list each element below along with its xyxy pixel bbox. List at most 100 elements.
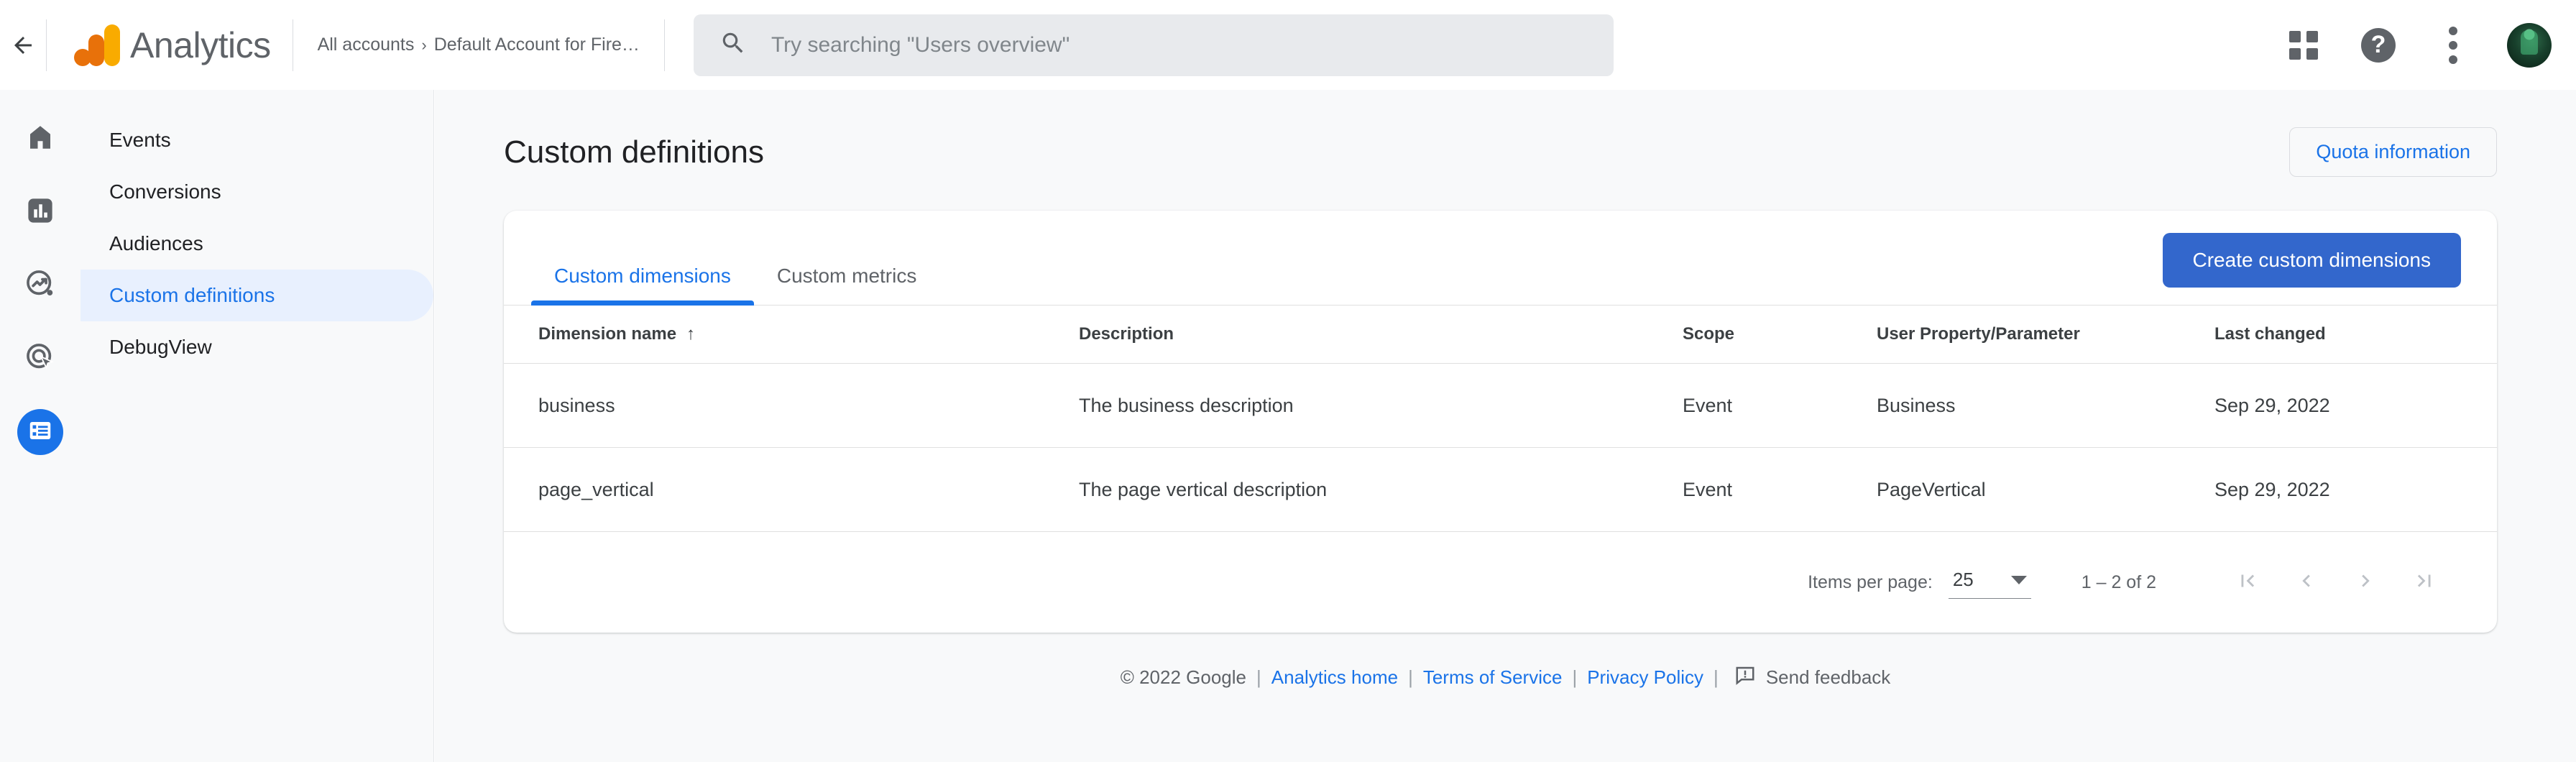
configure-list-icon [27, 418, 53, 447]
footer-copyright: © 2022 Google [1120, 666, 1246, 688]
bar-chart-icon [25, 196, 55, 229]
analytics-logo-icon [74, 24, 120, 66]
column-header-description[interactable]: Description [1079, 306, 1683, 364]
cell-last-changed: Sep 29, 2022 [2214, 363, 2497, 448]
card-toolbar: Custom dimensions Custom metrics Create … [504, 211, 2497, 306]
cell-user-property: Business [1877, 363, 2214, 448]
items-per-page-value: 25 [1952, 569, 1974, 590]
divider [663, 19, 665, 71]
advertising-target-icon [24, 341, 56, 377]
icon-rail [0, 90, 80, 762]
nav-item-label: Audiences [109, 232, 203, 254]
cell-dimension-name: business [504, 363, 1079, 448]
help-icon: ? [2361, 27, 2396, 63]
breadcrumb-all-accounts[interactable]: All accounts [318, 35, 415, 55]
previous-page-button[interactable] [2277, 553, 2336, 612]
footer: © 2022 Google | Analytics home | Terms o… [435, 633, 2576, 691]
footer-privacy-link[interactable]: Privacy Policy [1587, 666, 1703, 689]
secondary-nav: Events Conversions Audiences Custom defi… [80, 90, 434, 762]
quota-information-button[interactable]: Quota information [2289, 127, 2497, 177]
custom-dimensions-table: Dimension name ↑ Description Scope User P… [504, 306, 2497, 532]
footer-separator: | [1572, 666, 1578, 688]
chevron-right-icon: › [421, 35, 427, 54]
nav-item-label: Custom definitions [109, 284, 275, 306]
send-feedback-button[interactable]: Send feedback [1734, 664, 1890, 691]
nav-item-label: Conversions [109, 180, 221, 203]
sort-ascending-icon: ↑ [686, 324, 696, 344]
top-bar: Analytics All accounts › Default Account… [0, 0, 2576, 90]
table-row[interactable]: page_vertical The page vertical descript… [504, 447, 2497, 532]
back-button[interactable] [0, 0, 46, 90]
breadcrumb[interactable]: All accounts › Default Account for Fire… [293, 35, 664, 55]
search-icon [719, 29, 747, 60]
first-page-icon [2235, 569, 2260, 597]
rail-item-configure[interactable] [17, 409, 63, 455]
items-per-page-select[interactable]: 25 [1948, 566, 2031, 599]
last-page-icon [2412, 569, 2437, 597]
avatar-image-body [2521, 29, 2538, 55]
nav-item-label: Events [109, 129, 171, 151]
avatar[interactable] [2507, 22, 2552, 68]
next-page-button[interactable] [2336, 553, 2395, 612]
main-content: Custom definitions Quota information Cus… [435, 90, 2576, 762]
create-custom-dimensions-button[interactable]: Create custom dimensions [2162, 233, 2461, 288]
nav-item-audiences[interactable]: Audiences [80, 218, 433, 270]
pagination-range: 1 – 2 of 2 [2081, 572, 2156, 592]
nav-item-conversions[interactable]: Conversions [80, 166, 433, 218]
rail-item-advertising[interactable] [17, 336, 63, 382]
table-header: Dimension name ↑ Description Scope User P… [504, 306, 2497, 364]
more-options-button[interactable] [2432, 24, 2474, 66]
explore-trending-icon [24, 268, 56, 303]
help-button[interactable]: ? [2358, 24, 2399, 66]
column-header-scope[interactable]: Scope [1683, 306, 1877, 364]
apps-grid-icon [2289, 30, 2318, 60]
rail-item-reports[interactable] [17, 189, 63, 235]
footer-separator: | [1714, 666, 1719, 688]
footer-terms-link[interactable]: Terms of Service [1423, 666, 1563, 689]
chevron-right-icon [2353, 569, 2378, 597]
cell-dimension-name: page_vertical [504, 447, 1079, 532]
back-arrow-icon [10, 32, 36, 58]
rail-item-explore[interactable] [17, 262, 63, 308]
tab-custom-metrics[interactable]: Custom metrics [754, 266, 939, 305]
custom-definitions-card: Custom dimensions Custom metrics Create … [504, 211, 2497, 633]
brand[interactable]: Analytics [47, 24, 293, 66]
nav-item-custom-definitions[interactable]: Custom definitions [80, 270, 433, 321]
send-feedback-label: Send feedback [1765, 666, 1891, 688]
tab-custom-dimensions[interactable]: Custom dimensions [531, 266, 754, 306]
column-header-last-changed[interactable]: Last changed [2214, 306, 2497, 364]
column-header-label: Dimension name [538, 324, 677, 344]
search-input[interactable] [770, 32, 1588, 58]
footer-analytics-home-link[interactable]: Analytics home [1271, 666, 1398, 689]
page-title: Custom definitions [504, 134, 764, 170]
top-bar-actions: ? [2283, 0, 2552, 90]
nav-item-events[interactable]: Events [80, 114, 433, 166]
table-row[interactable]: business The business description Event … [504, 363, 2497, 448]
cell-description: The page vertical description [1079, 447, 1683, 532]
cell-last-changed: Sep 29, 2022 [2214, 447, 2497, 532]
breadcrumb-account[interactable]: Default Account for Fire… [434, 35, 640, 55]
footer-separator: | [1408, 666, 1413, 688]
chevron-left-icon [2294, 569, 2319, 597]
rail-item-home[interactable] [17, 116, 63, 162]
last-page-button[interactable] [2395, 553, 2454, 612]
column-header-dimension-name[interactable]: Dimension name ↑ [504, 306, 1079, 364]
cell-scope: Event [1683, 447, 1877, 532]
table-body: business The business description Event … [504, 363, 2497, 532]
brand-name: Analytics [130, 24, 271, 65]
feedback-icon [1734, 664, 1756, 691]
analytics-app: Analytics All accounts › Default Account… [0, 0, 2576, 762]
tab-list: Custom dimensions Custom metrics [531, 211, 939, 306]
apps-button[interactable] [2283, 24, 2324, 66]
first-page-button[interactable] [2218, 553, 2277, 612]
pagination: Items per page: 25 1 – 2 of 2 [504, 532, 2497, 633]
nav-item-debugview[interactable]: DebugView [80, 321, 433, 373]
footer-separator: | [1256, 666, 1261, 688]
cell-user-property: PageVertical [1877, 447, 2214, 532]
search-box[interactable] [693, 14, 1614, 76]
column-header-user-property[interactable]: User Property/Parameter [1877, 306, 2214, 364]
cell-description: The business description [1079, 363, 1683, 448]
kebab-menu-icon [2448, 26, 2458, 64]
search-area [693, 14, 1614, 76]
table-header-row: Dimension name ↑ Description Scope User P… [504, 306, 2497, 364]
